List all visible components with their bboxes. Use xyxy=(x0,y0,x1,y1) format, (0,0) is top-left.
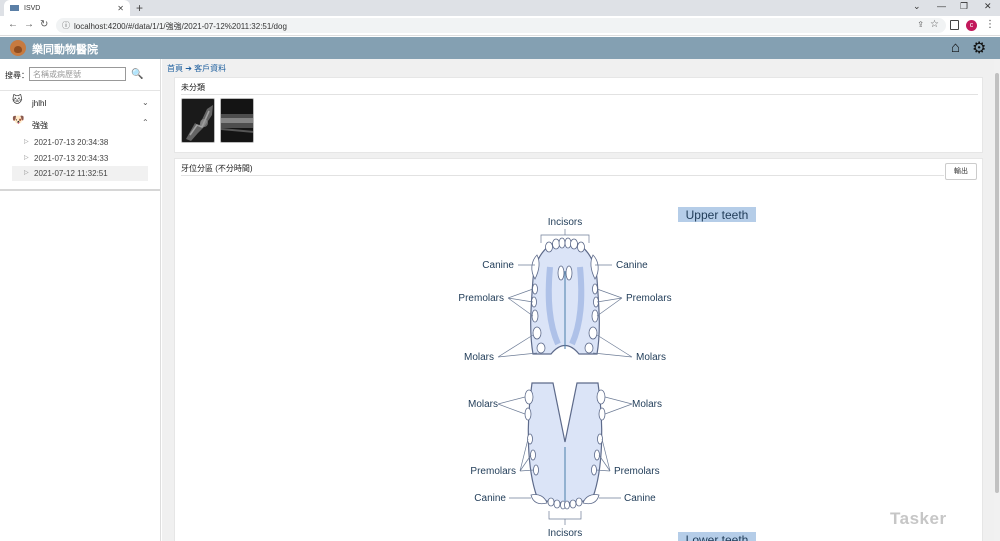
label-canine-lower-left: Canine xyxy=(474,493,506,504)
pet-name: jhlhl xyxy=(32,99,47,108)
new-tab-button[interactable]: + xyxy=(136,1,143,15)
tab-favicon-icon xyxy=(10,5,19,11)
lower-jaw xyxy=(524,382,606,510)
breadcrumb[interactable]: 首頁 ➔ 客戶資料 xyxy=(167,63,226,74)
upper-teeth-title: Upper teeth xyxy=(686,208,749,222)
xray-thumbnail[interactable] xyxy=(220,98,254,143)
divider xyxy=(0,90,160,91)
divider xyxy=(0,189,160,191)
chevron-up-icon[interactable]: ⌃ xyxy=(142,118,149,127)
page-scrollbar[interactable] xyxy=(994,59,1000,541)
pet-name: 強強 xyxy=(32,121,48,130)
url-field[interactable]: ⓘ localhost:4200/#/data/1/1/強強/2021-07-1… xyxy=(56,18,946,33)
scrollbar-thumb[interactable] xyxy=(995,73,999,493)
label-canine-lower-right: Canine xyxy=(624,493,656,504)
forward-icon[interactable]: → xyxy=(24,19,34,30)
upper-jaw xyxy=(530,237,600,355)
visit-item[interactable]: ▷ 2021-07-13 20:34:38 xyxy=(12,135,148,150)
tab-title: ISVD xyxy=(24,4,41,12)
label-premolars-upper-left: Premolars xyxy=(458,293,504,304)
window-close-button[interactable]: ✕ xyxy=(984,1,992,12)
sidebar: 搜尋： 🔍 🐱 jhlhl ⌄ 🐶 強強 ⌃ ▷ 2021-07-13 20:3… xyxy=(0,59,161,541)
settings-gear-icon[interactable]: ⚙ xyxy=(972,38,986,58)
xray-image xyxy=(182,99,214,142)
visit-datetime: 2021-07-13 20:34:38 xyxy=(34,138,109,147)
visit-datetime: 2021-07-13 20:34:33 xyxy=(34,154,109,163)
tab-search-icon[interactable]: ⌄ xyxy=(913,1,921,12)
label-molars-lower-right: Molars xyxy=(632,399,662,410)
label-molars-upper-left: Molars xyxy=(464,352,494,363)
dog-avatar-icon: 🐶 xyxy=(12,115,25,126)
xray-thumbnail[interactable] xyxy=(181,98,215,143)
play-icon: ▷ xyxy=(24,170,29,176)
play-icon: ▷ xyxy=(24,139,29,145)
cat-avatar-icon: 🐱 xyxy=(12,95,23,106)
label-incisors-upper: Incisors xyxy=(548,217,582,228)
dental-chart-panel: 牙位分區 (不分時間) 輸出 Upper teeth Lower teeth I… xyxy=(174,158,983,541)
browser-tab[interactable]: ISVD ✕ xyxy=(4,0,130,16)
visit-item-selected[interactable]: ▷ 2021-07-12 11:32:51 xyxy=(12,166,148,181)
back-icon[interactable]: ← xyxy=(8,19,18,30)
lower-teeth-title: Lower teeth xyxy=(686,533,749,541)
play-icon: ▷ xyxy=(24,155,29,161)
app-title: 樂同動物醫院 xyxy=(32,44,98,56)
label-molars-lower-left: Molars xyxy=(468,399,498,410)
label-premolars-lower-left: Premolars xyxy=(470,466,516,477)
pet-item-jhlhl[interactable]: 🐱 jhlhl ⌄ xyxy=(0,95,160,113)
address-bar-row: ← → ↻ ⓘ localhost:4200/#/data/1/1/強強/202… xyxy=(0,16,1000,36)
profile-avatar[interactable]: c xyxy=(966,20,977,31)
visit-datetime: 2021-07-12 11:32:51 xyxy=(34,169,108,178)
label-canine-upper-left: Canine xyxy=(482,260,514,271)
restore-button[interactable]: ❐ xyxy=(960,1,968,12)
search-label: 搜尋： xyxy=(5,71,29,80)
reload-icon[interactable]: ↻ xyxy=(40,19,48,30)
dental-chart-diagram: Upper teeth Lower teeth Incisors Canine … xyxy=(458,207,756,541)
site-info-icon[interactable]: ⓘ xyxy=(62,20,70,31)
tab-close-icon[interactable]: ✕ xyxy=(117,4,124,13)
label-premolars-lower-right: Premolars xyxy=(614,466,660,477)
side-panel-icon[interactable] xyxy=(950,20,959,30)
browser-tab-bar: ISVD ✕ + ⌄ — ❐ ✕ xyxy=(0,0,1000,16)
visit-item[interactable]: ▷ 2021-07-13 20:34:33 xyxy=(12,151,148,166)
browser-menu-icon[interactable]: ⋮ xyxy=(985,19,995,30)
label-canine-upper-right: Canine xyxy=(616,260,648,271)
search-input[interactable] xyxy=(29,67,126,81)
pet-item-qiangqiang[interactable]: 🐶 強強 ⌃ xyxy=(0,115,160,133)
chevron-down-icon[interactable]: ⌄ xyxy=(142,98,149,107)
clinic-logo-icon xyxy=(10,40,26,56)
label-incisors-lower: Incisors xyxy=(548,528,582,539)
uncategorized-panel: 未分類 xyxy=(174,77,983,153)
label-premolars-upper-right: Premolars xyxy=(626,293,672,304)
share-icon[interactable]: ⇪ xyxy=(917,20,924,29)
bookmark-star-icon[interactable]: ☆ xyxy=(930,19,939,30)
minimize-button[interactable]: — xyxy=(937,1,946,11)
label-molars-upper-right: Molars xyxy=(636,352,666,363)
xray-image xyxy=(221,99,253,142)
url-text: localhost:4200/#/data/1/1/強強/2021-07-12%… xyxy=(74,22,287,31)
app-header: 樂同動物醫院 ⌂ ⚙ xyxy=(0,37,1000,59)
main-content: 首頁 ➔ 客戶資料 未分類 牙位分區 (不分時間) 輸出 Upper teeth… xyxy=(162,59,994,541)
watermark: Tasker xyxy=(890,509,947,528)
uncategorized-title: 未分類 xyxy=(181,83,205,92)
divider xyxy=(181,94,978,95)
search-icon[interactable]: 🔍 xyxy=(131,69,143,80)
home-icon[interactable]: ⌂ xyxy=(951,39,960,56)
